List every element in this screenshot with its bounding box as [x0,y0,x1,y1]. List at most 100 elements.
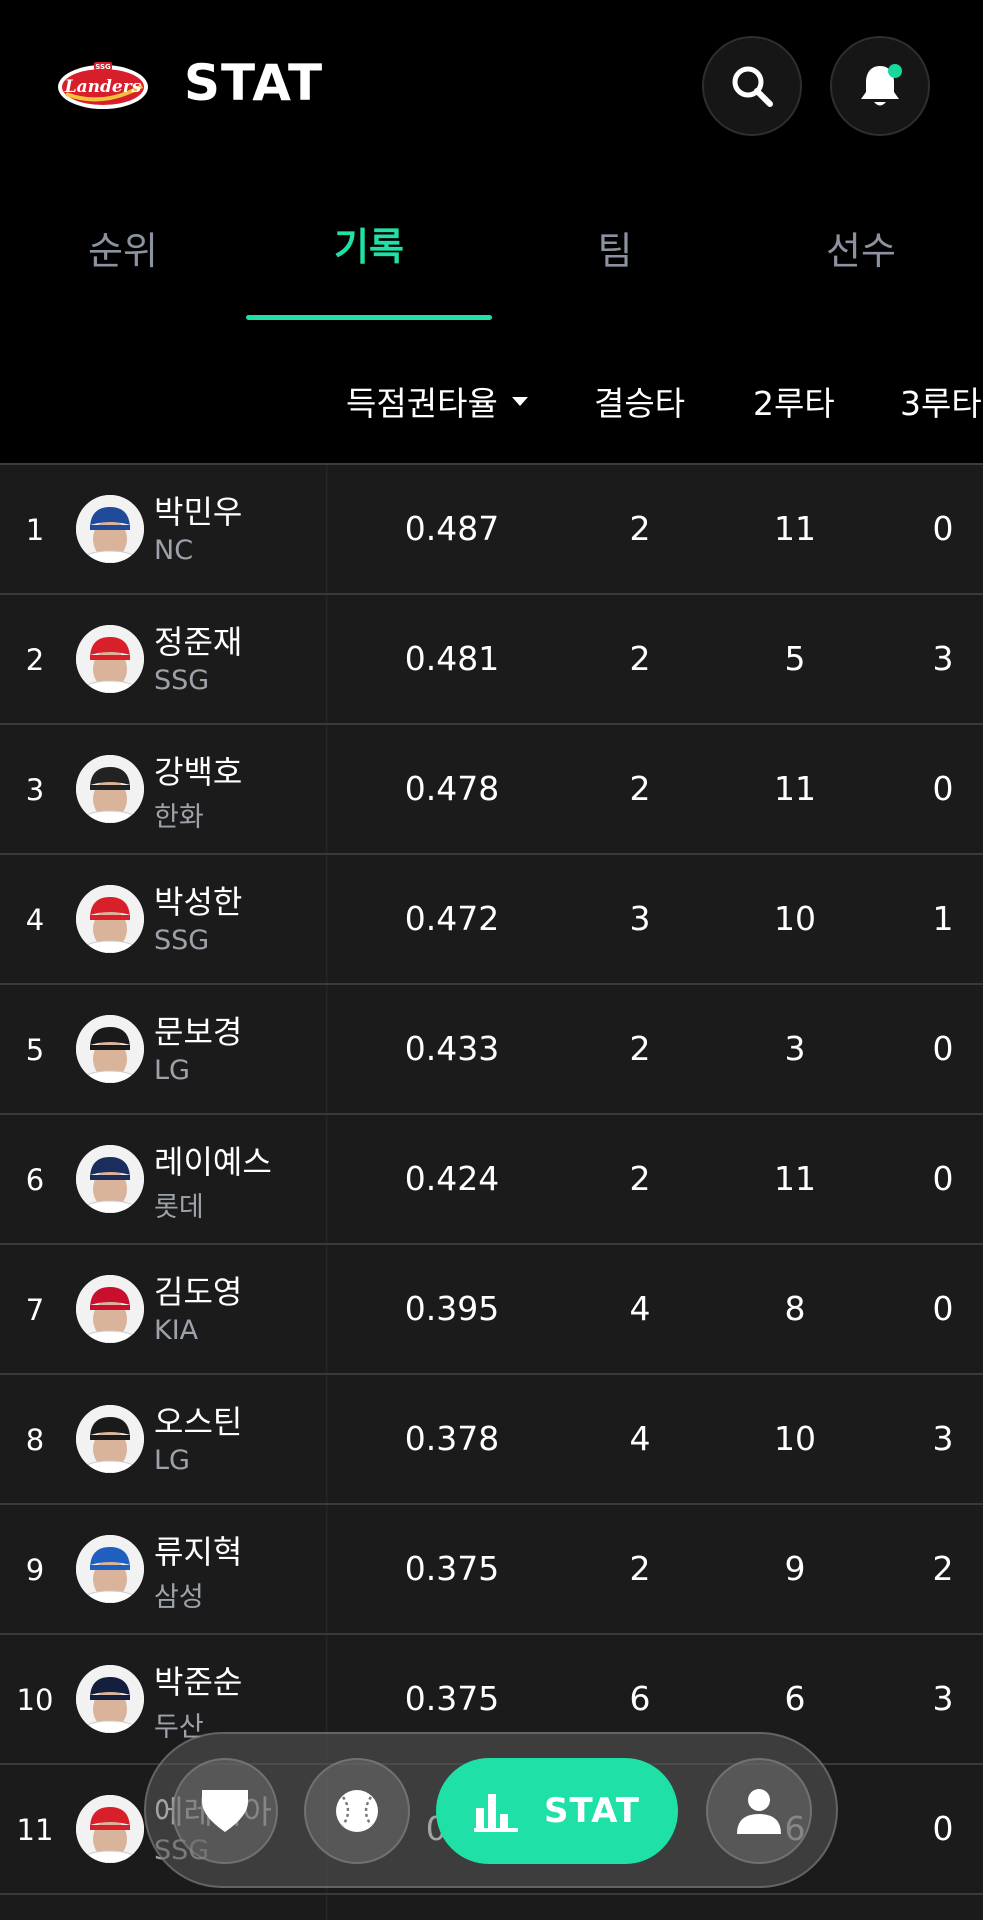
table-row[interactable]: 7 김도영 KIA 0.395 4 8 0 [0,1245,983,1375]
player-name[interactable]: 박성한 [154,877,242,923]
player-name[interactable]: 류지혁 [154,1527,242,1573]
player-team: LG [154,1445,190,1476]
table-row[interactable]: 2 정준재 SSG 0.481 2 5 3 [0,595,983,725]
cell-game-winning-hits: 2 [629,639,651,678]
cell-doubles: 5 [784,639,806,678]
cell-game-winning-hits: 2 [629,1549,651,1588]
player-name[interactable]: 오스틴 [154,1397,242,1443]
ssg-landers-logo[interactable]: SSG Landers [56,56,150,118]
nav-profile-button[interactable] [706,1758,812,1864]
column-header-triples[interactable]: 3루타 [900,377,982,425]
column-header-game-winning-hits[interactable]: 결승타 [594,377,685,425]
cell-doubles: 3 [784,1029,806,1068]
cell-risp-avg: 0.472 [404,899,500,938]
player-team: 롯데 [154,1192,204,1223]
cell-triples: 3 [932,1679,954,1718]
tab-team[interactable]: 팀 [492,220,738,275]
player-name[interactable]: 박준순 [154,1657,242,1703]
nav-stat-label: STAT [544,1791,640,1831]
table-row[interactable]: 5 문보경 LG 0.433 2 3 0 [0,985,983,1115]
table-row[interactable]: 9 류지혁 삼성 0.375 2 9 2 [0,1505,983,1635]
rank-number: 11 [16,1813,54,1847]
cell-game-winning-hits: 4 [629,1289,651,1328]
tab-players[interactable]: 선수 [738,220,983,275]
cell-doubles: 8 [784,1289,806,1328]
cell-doubles: 10 [774,1419,816,1458]
player-avatar[interactable] [76,1795,144,1863]
nav-stat-button[interactable]: STAT [436,1758,678,1864]
cell-game-winning-hits: 3 [629,899,651,938]
cell-triples: 3 [932,1419,954,1458]
tab-records[interactable]: 기록 [246,216,492,271]
sort-caret-icon [511,397,528,406]
rank-number: 8 [25,1423,45,1457]
rank-number: 9 [25,1553,45,1587]
cell-game-winning-hits: 2 [629,769,651,808]
player-team: 한화 [154,802,204,833]
table-row[interactable]: 6 레이예스롯데 0.424 2 11 0 [0,1115,983,1245]
column-header-doubles[interactable]: 2루타 [753,377,835,425]
player-avatar[interactable] [76,1405,144,1473]
svg-text:Landers: Landers [64,77,142,97]
bar-chart-icon [474,1794,519,1832]
player-name[interactable]: 레이예스 [154,1137,272,1183]
rank-number: 3 [25,773,45,807]
player-team: LG [154,1055,190,1086]
cell-triples: 2 [932,1549,954,1588]
cell-game-winning-hits: 2 [629,509,651,548]
cell-triples: 0 [932,769,954,808]
search-icon [732,66,773,107]
cell-triples: 3 [932,639,954,678]
rank-number: 10 [16,1683,54,1717]
table-row[interactable]: 3 강백호 한화 0.478 2 11 0 [0,725,983,855]
cell-doubles: 6 [784,1679,806,1718]
rank-number: 2 [25,643,45,677]
cell-triples: 0 [932,1029,954,1068]
stats-table[interactable]: 1 박민우 NC 0.487 2 11 0 2 정준재 SSG 0.481 2 5 3 3 강백호 한화 0.47… [0,463,983,1920]
cell-game-winning-hits: 2 [629,1159,651,1198]
cell-risp-avg: 0.487 [404,509,500,548]
rank-number: 6 [25,1163,45,1197]
cell-doubles: 11 [774,1159,816,1198]
table-row[interactable]: 1 박민우 NC 0.487 2 11 0 [0,465,983,595]
table-row[interactable]: 4 박성한 SSG 0.472 3 10 1 [0,855,983,985]
player-avatar[interactable] [76,1535,144,1603]
player-name[interactable]: 문보경 [154,1007,242,1053]
cell-risp-avg: 0.433 [404,1029,500,1068]
player-avatar[interactable] [76,1015,144,1083]
baseball-icon [336,1790,378,1832]
tab-ranking[interactable]: 순위 [0,220,246,275]
player-name[interactable]: 정준재 [154,617,242,663]
cell-triples: 0 [932,1159,954,1198]
player-avatar[interactable] [76,1665,144,1733]
notification-button[interactable] [830,36,930,136]
player-avatar[interactable] [76,625,144,693]
rank-number: 4 [25,903,45,937]
cell-risp-avg: 0.375 [404,1679,500,1718]
nav-favorites-button[interactable] [172,1758,278,1864]
column-header-sorted[interactable]: 득점권타율 [346,377,528,425]
player-name[interactable]: 박민우 [154,487,242,533]
player-name[interactable]: 김도영 [154,1267,242,1313]
cell-doubles: 11 [774,509,816,548]
rank-number: 7 [25,1293,45,1327]
nav-game-button[interactable] [304,1758,410,1864]
column-headers: 득점권타율 결승타 2루타 3루타 [0,365,983,465]
cell-risp-avg: 0.395 [404,1289,500,1328]
cell-risp-avg: 0.424 [404,1159,500,1198]
player-name[interactable]: 강백호 [154,747,242,793]
player-avatar[interactable] [76,1275,144,1343]
player-avatar[interactable] [76,495,144,563]
table-row[interactable]: 8 오스틴 LG 0.378 4 10 3 [0,1375,983,1505]
user-icon [737,1789,781,1834]
notification-badge [888,64,902,78]
svg-text:SSG: SSG [95,63,111,71]
player-avatar[interactable] [76,885,144,953]
bottom-navigation: STAT [144,1732,838,1888]
cell-game-winning-hits: 2 [629,1029,651,1068]
cell-doubles: 10 [774,899,816,938]
player-team: SSG [154,925,210,956]
search-button[interactable] [702,36,802,136]
player-avatar[interactable] [76,1145,144,1213]
player-avatar[interactable] [76,755,144,823]
